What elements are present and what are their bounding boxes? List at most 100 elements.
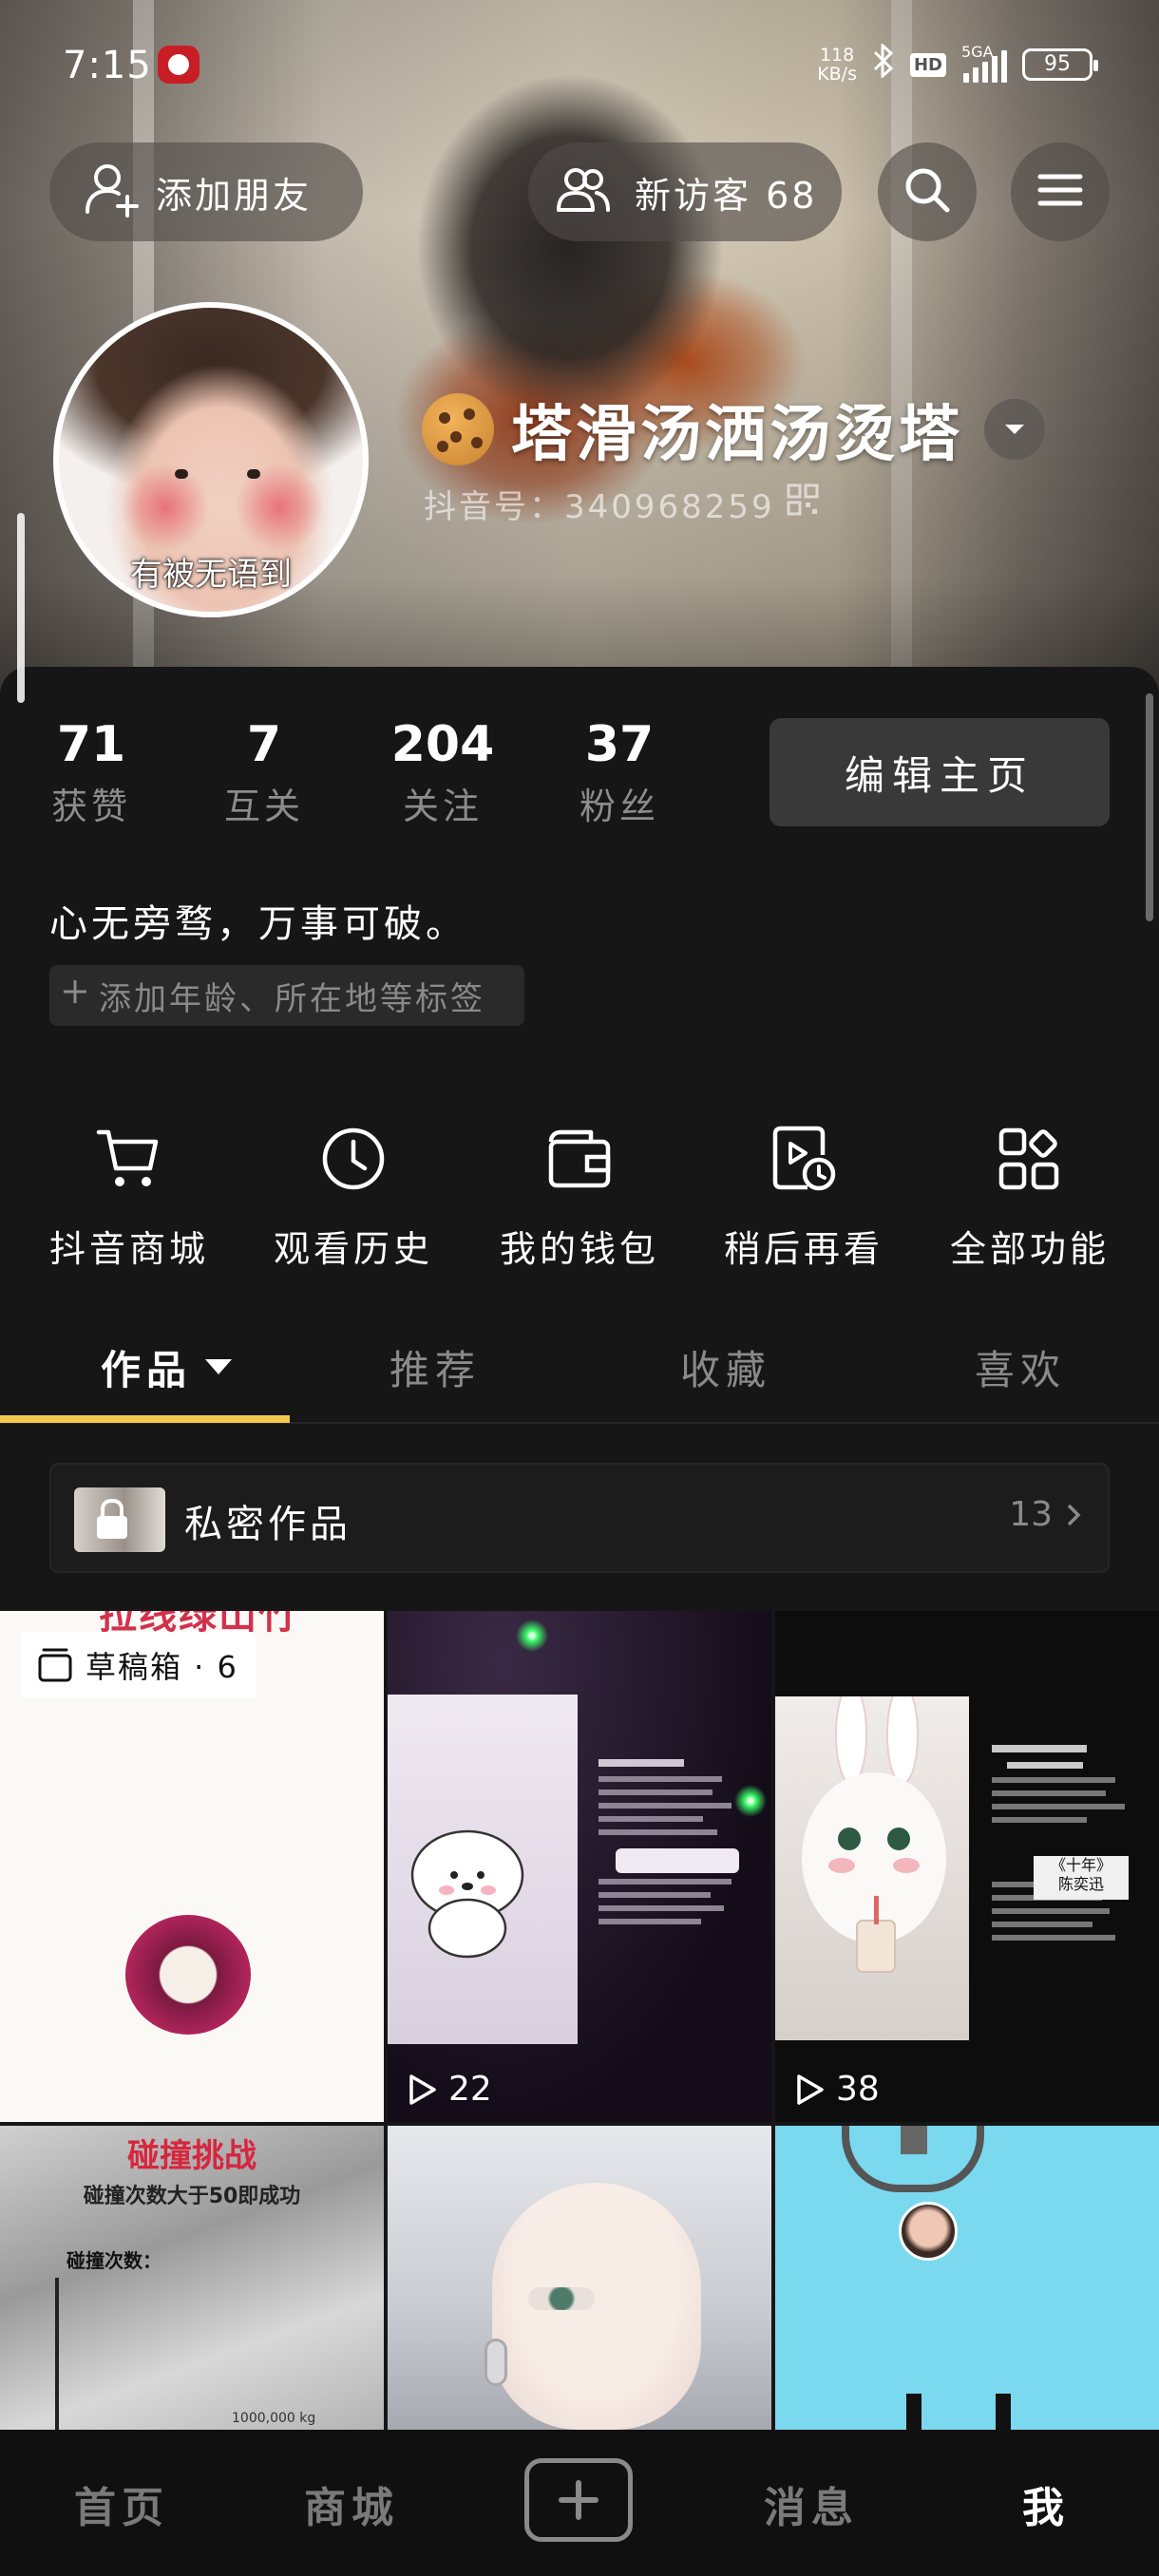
left-edge-indicator <box>17 513 25 703</box>
function-watch-later[interactable]: 稍后再看 <box>709 1121 899 1272</box>
function-history-label: 观看历史 <box>273 1228 433 1270</box>
tab-recommend[interactable]: 推荐 <box>390 1334 481 1400</box>
account-switch-button[interactable] <box>984 399 1045 460</box>
signal-strength-icon: 5GA <box>961 43 1007 83</box>
hd-badge: HD <box>909 52 946 77</box>
new-visitors-button[interactable]: 新访客 68 <box>528 142 842 241</box>
active-tab-indicator <box>0 1415 290 1423</box>
function-mall[interactable]: 抖音商城 <box>34 1121 224 1272</box>
add-friend-button[interactable]: 添加朋友 <box>49 142 363 241</box>
drafts-box-icon <box>38 1648 72 1682</box>
plus-icon <box>559 2480 598 2520</box>
tab-likes[interactable]: 喜欢 <box>975 1334 1066 1400</box>
drafts-label: 草稿箱 · 6 <box>86 1649 238 1685</box>
add-person-icon <box>84 161 142 223</box>
puppy-card-image <box>388 1695 578 2044</box>
bunny-card-image <box>775 1684 969 2040</box>
collision-counter-label: 碰撞次数： <box>66 2249 162 2272</box>
play-icon <box>409 2074 436 2105</box>
nav-mall[interactable]: 商城 <box>304 2473 399 2534</box>
menu-button[interactable] <box>1011 142 1110 241</box>
nickname: 塔滑汤洒汤烫塔 <box>511 400 963 470</box>
function-wallet[interactable]: 我的钱包 <box>484 1121 674 1272</box>
clock-icon <box>258 1121 448 1197</box>
chevron-right-icon <box>1067 1504 1081 1525</box>
play-count-value: 38 <box>836 2070 880 2109</box>
mangosteen-image <box>125 1915 251 2035</box>
search-button[interactable] <box>878 142 977 241</box>
private-works-count-value: 13 <box>1009 1495 1053 1534</box>
scrollbar[interactable] <box>1146 693 1153 921</box>
play-count-value: 22 <box>448 2070 492 2109</box>
anime-character-image <box>492 2183 701 2430</box>
search-icon <box>902 164 953 219</box>
stat-mutual[interactable]: 7 互关 <box>207 714 321 829</box>
avatar-caption: 有被无语到 <box>130 556 292 594</box>
avatar[interactable]: 有被无语到 <box>53 302 369 617</box>
cart-icon <box>34 1121 224 1197</box>
nav-me[interactable]: 我 <box>1022 2473 1070 2534</box>
stat-mutual-label: 互关 <box>223 786 304 827</box>
hamburger-menu-icon <box>1036 171 1084 213</box>
network-speed-unit: KB/s <box>817 64 857 85</box>
stat-likes-value: 71 <box>56 716 126 773</box>
create-post-button[interactable] <box>524 2458 633 2542</box>
video-tile-drafts[interactable]: 拉线绿山竹 草稿箱 · 6 <box>0 1611 384 2122</box>
character-eye <box>528 2287 595 2310</box>
status-time: 7:15 <box>63 44 152 87</box>
stat-following[interactable]: 204 关注 <box>386 714 500 829</box>
play-icon <box>797 2074 824 2105</box>
chevron-down-icon <box>1005 425 1024 434</box>
bio-text[interactable]: 心无旁骛，万事可破。 <box>49 893 467 948</box>
stat-followers[interactable]: 37 粉丝 <box>562 714 676 829</box>
video-tile-5[interactable] <box>388 2126 771 2430</box>
function-all-label: 全部功能 <box>949 1228 1110 1270</box>
song-title-line-2: 陈奕迅 <box>1057 1875 1104 1893</box>
qr-code-icon <box>787 483 819 524</box>
douyin-id-text: 抖音号：340968259 <box>424 488 775 526</box>
video-tile-3[interactable]: 《十年》 陈奕迅 38 <box>775 1611 1159 2122</box>
video-tile-6[interactable] <box>775 2126 1159 2430</box>
private-works-row[interactable]: 私密作品 13 <box>49 1463 1110 1573</box>
function-watch-later-label: 稍后再看 <box>723 1228 884 1270</box>
tab-favorites[interactable]: 收藏 <box>680 1334 771 1400</box>
battery-level: 95 <box>1044 52 1071 76</box>
stat-likes[interactable]: 71 获赞 <box>34 714 148 829</box>
tab-likes-label: 喜欢 <box>975 1346 1067 1393</box>
add-friend-label: 添加朋友 <box>156 174 313 217</box>
add-tags-button[interactable]: 添加年龄、所在地等标签 <box>49 965 524 1026</box>
bluetooth-icon <box>872 42 895 86</box>
cookie-emoji-icon <box>422 393 494 465</box>
nav-home[interactable]: 首页 <box>74 2473 169 2534</box>
private-works-label: 私密作品 <box>184 1503 352 1546</box>
sparkle-decoration <box>513 1617 551 1655</box>
tab-favorites-label: 收藏 <box>680 1346 772 1393</box>
stat-mutual-value: 7 <box>246 716 282 773</box>
nav-messages[interactable]: 消息 <box>764 2473 859 2534</box>
stat-followers-value: 37 <box>584 716 655 773</box>
play-count: 22 <box>407 2070 492 2109</box>
weight-label: 1000,000 kg <box>232 2411 316 2426</box>
function-all[interactable]: 全部功能 <box>935 1121 1125 1272</box>
avatar-eye-right <box>247 469 260 479</box>
bottom-navigation: 首页 商城 消息 我 <box>0 2430 1159 2576</box>
challenge-subtitle: 碰撞次数大于50即成功 <box>83 2185 301 2208</box>
new-visitors-label: 新访客 68 <box>635 174 818 217</box>
stat-followers-label: 粉丝 <box>579 786 659 827</box>
status-right-group: 118 KB/s HD 5GA 95 <box>817 38 1098 91</box>
tab-works[interactable]: 作品 <box>101 1334 234 1400</box>
tab-recommend-label: 推荐 <box>390 1346 482 1393</box>
plus-icon <box>61 976 89 1014</box>
douyin-id[interactable]: 抖音号：340968259 <box>424 481 819 527</box>
private-works-count: 13 <box>1009 1495 1081 1534</box>
lyrics-highlight <box>616 1848 739 1873</box>
wallet-icon <box>484 1121 674 1197</box>
game-post <box>996 2394 1011 2430</box>
signal-label: 5GA <box>961 43 994 61</box>
function-history[interactable]: 观看历史 <box>258 1121 448 1272</box>
edit-profile-button[interactable]: 编辑主页 <box>770 718 1110 826</box>
video-tile-2[interactable]: 22 <box>388 1611 771 2122</box>
play-count: 38 <box>794 2070 880 2109</box>
video-tile-4[interactable]: 碰撞挑战 碰撞次数大于50即成功 碰撞次数： 1000,000 kg <box>0 2126 384 2430</box>
battery-icon: 95 <box>1022 48 1098 81</box>
